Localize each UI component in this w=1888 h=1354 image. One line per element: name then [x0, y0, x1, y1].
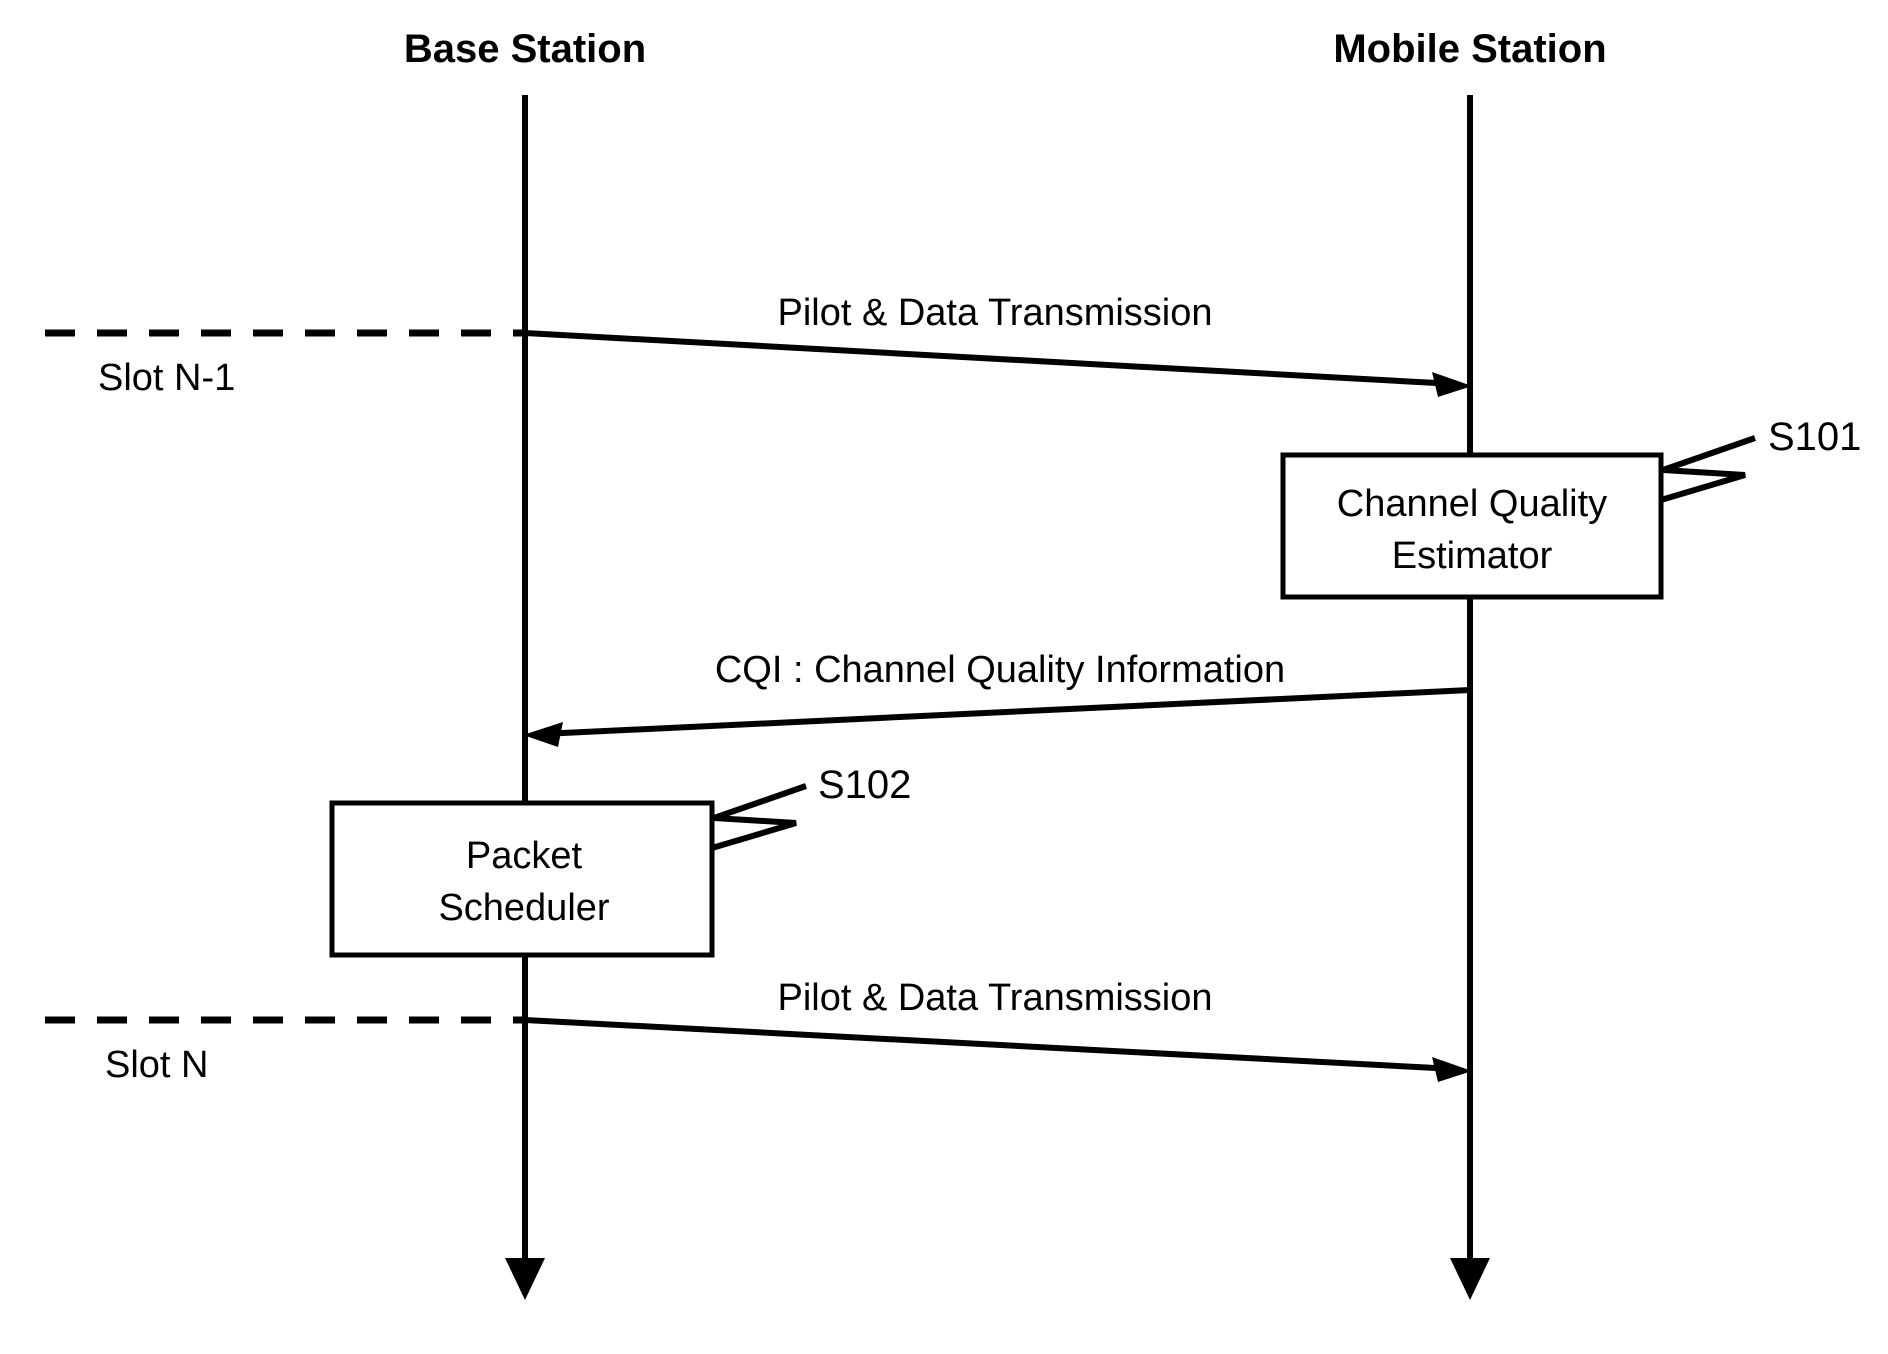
slot-label-n-1: Slot N-1 [98, 357, 235, 399]
lifeline-title-mobile-station: Mobile Station [1333, 27, 1606, 71]
message-arrowhead-pilot-data-1 [1432, 372, 1472, 397]
diagram-svg: Base Station Mobile Station Slot N-1 Pil… [45, 27, 1861, 1300]
message-label-pilot-data-1: Pilot & Data Transmission [777, 292, 1212, 334]
message-arrow-pilot-data-2 [524, 1017, 1456, 1072]
message-arrowhead-cqi [523, 722, 563, 747]
message-label-cqi: CQI : Channel Quality Information [715, 649, 1285, 691]
process-box-label-line2-channel-quality-estimator: Estimator [1392, 535, 1553, 577]
message-arrow-pilot-data-1 [524, 330, 1456, 387]
message-label-pilot-data-2: Pilot & Data Transmission [777, 977, 1212, 1019]
message-arrow-cqi [541, 687, 1471, 737]
lifeline-arrowhead-base-station [505, 1258, 545, 1300]
leader-line-s101 [1660, 435, 1756, 503]
slot-label-n: Slot N [105, 1044, 208, 1086]
process-box-label-line2-packet-scheduler: Scheduler [438, 887, 609, 929]
process-box-label-line1-channel-quality-estimator: Channel Quality [1337, 483, 1607, 525]
lifeline-title-base-station: Base Station [404, 27, 646, 71]
step-label-s101: S101 [1768, 415, 1861, 459]
lifeline-arrowhead-mobile-station [1450, 1258, 1490, 1300]
leader-line-s102 [711, 783, 807, 851]
process-box-packet-scheduler [329, 800, 715, 958]
process-box-label-line1-packet-scheduler: Packet [466, 835, 583, 877]
sequence-diagram-canvas: Base Station Mobile Station Slot N-1 Pil… [0, 0, 1888, 1354]
step-label-s102: S102 [818, 763, 911, 807]
message-arrowhead-pilot-data-2 [1432, 1057, 1472, 1082]
